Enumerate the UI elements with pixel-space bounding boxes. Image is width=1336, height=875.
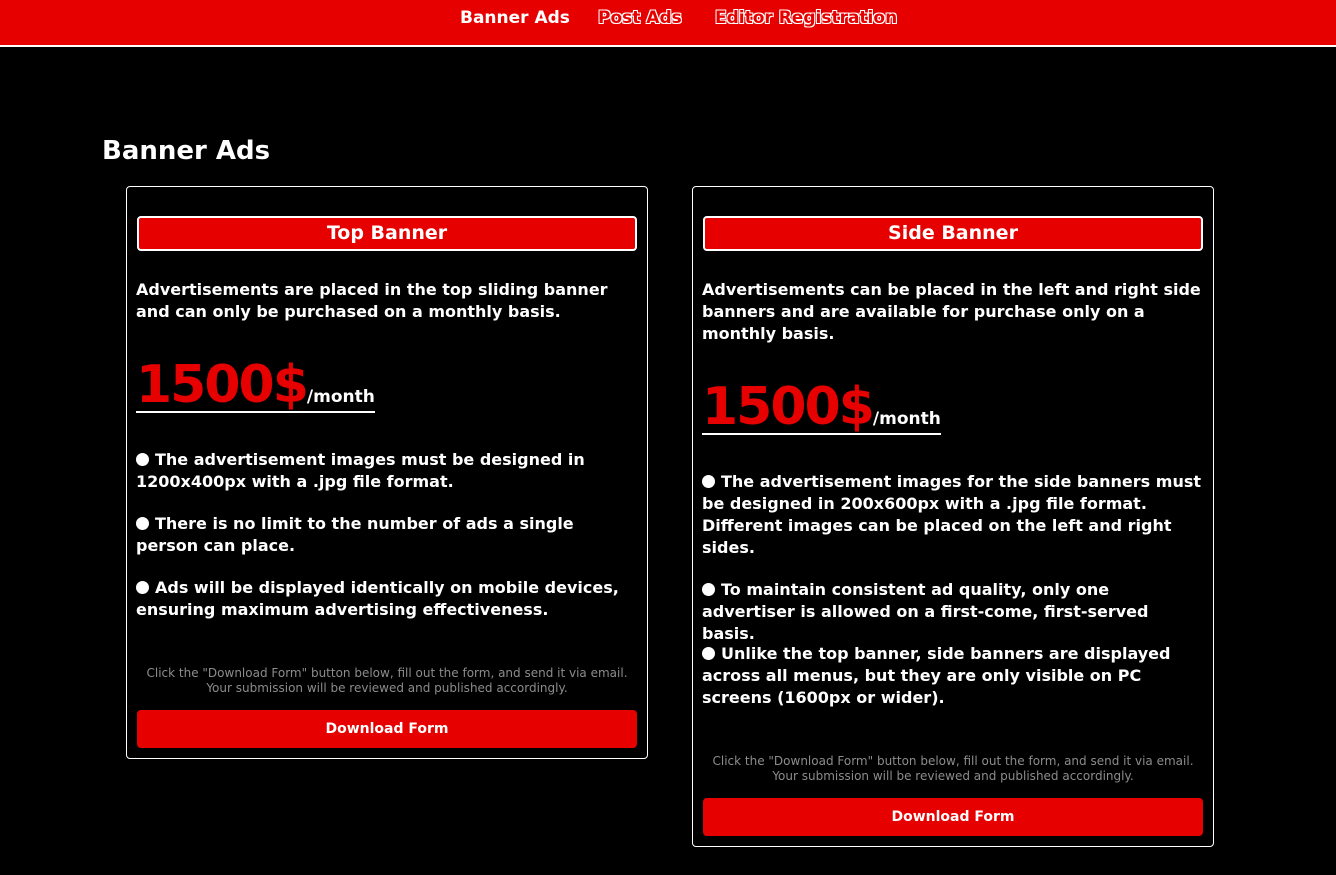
price: 1500$/month xyxy=(702,381,941,435)
card-title: Top Banner xyxy=(137,216,637,251)
bullet-text: Ads will be displayed identically on mob… xyxy=(136,578,619,619)
nav-post-ads[interactable]: Post Ads xyxy=(598,8,682,28)
bullet-item: The advertisement images for the side ba… xyxy=(702,471,1204,559)
nav-editor-registration[interactable]: Editor Registration xyxy=(715,8,897,28)
card-description: Advertisements are placed in the top sli… xyxy=(136,280,608,321)
bullet-item: There is no limit to the number of ads a… xyxy=(136,513,638,557)
price-amount: 1500$ xyxy=(702,377,875,437)
page-title: Banner Ads xyxy=(102,136,271,166)
bullet-dot-icon xyxy=(136,453,149,466)
bullet-item: Ads will be displayed identically on mob… xyxy=(136,577,638,621)
price-unit: /month xyxy=(306,387,375,407)
bullet-dot-icon xyxy=(136,581,149,594)
card-title: Side Banner xyxy=(703,216,1203,251)
price: 1500$/month xyxy=(136,359,375,413)
bullet-item: Unlike the top banner, side banners are … xyxy=(702,643,1204,709)
bullet-text: The advertisement images must be designe… xyxy=(136,450,585,491)
side-banner-card: Side Banner Advertisements can be placed… xyxy=(692,186,1214,847)
top-nav-bar: Banner Ads Post Ads Editor Registration xyxy=(0,0,1336,47)
bullet-dot-icon xyxy=(702,647,715,660)
bullet-text: To maintain consistent ad quality, only … xyxy=(702,580,1149,643)
bullet-text: The advertisement images for the side ba… xyxy=(702,472,1201,557)
bullet-item: To maintain consistent ad quality, only … xyxy=(702,579,1204,645)
bullet-dot-icon xyxy=(702,475,715,488)
form-note: Click the "Download Form" button below, … xyxy=(712,754,1194,783)
bullet-text: Unlike the top banner, side banners are … xyxy=(702,644,1171,707)
bullet-item: The advertisement images must be designe… xyxy=(136,449,638,493)
price-unit: /month xyxy=(872,409,941,429)
bullet-text: There is no limit to the number of ads a… xyxy=(136,514,574,555)
card-description: Advertisements can be placed in the left… xyxy=(702,280,1201,343)
download-form-button[interactable]: Download Form xyxy=(137,710,637,748)
price-amount: 1500$ xyxy=(136,355,309,415)
download-form-button[interactable]: Download Form xyxy=(703,798,1203,836)
bullet-dot-icon xyxy=(702,583,715,596)
bullet-dot-icon xyxy=(136,517,149,530)
form-note: Click the "Download Form" button below, … xyxy=(146,666,628,695)
top-banner-card: Top Banner Advertisements are placed in … xyxy=(126,186,648,759)
nav-banner-ads[interactable]: Banner Ads xyxy=(460,8,570,28)
